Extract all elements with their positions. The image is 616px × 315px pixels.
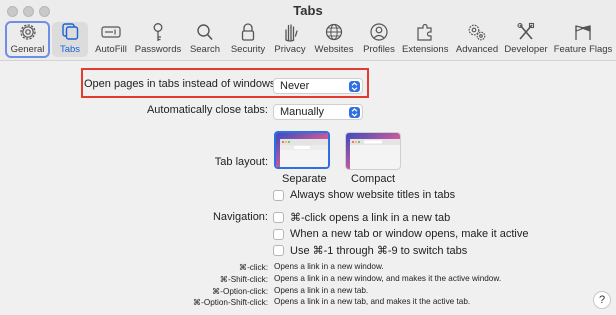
gears-icon <box>468 24 486 41</box>
toolbar-item-privacy[interactable]: Privacy <box>272 20 308 58</box>
shortcut-key: ⌘-Option-Shift-click: <box>192 298 268 307</box>
toolbar-label: Security <box>230 44 266 55</box>
key-icon <box>153 23 163 41</box>
toolbar-label: Developer <box>504 44 548 55</box>
auto-close-popup[interactable]: Manually <box>273 104 363 120</box>
toolbar-label: Passwords <box>134 44 182 55</box>
toolbar-label: General <box>10 44 45 55</box>
open-pages-label: Open pages in tabs instead of windows: <box>84 78 279 90</box>
preferences-toolbar: General Tabs AutoFill Passwords Search S… <box>0 20 616 60</box>
toolbar-item-feature-flags[interactable]: Feature Flags <box>553 20 613 58</box>
make-active-label: When a new tab or window opens, make it … <box>290 228 529 240</box>
chevron-updown-icon <box>349 106 360 118</box>
always-show-titles-label: Always show website titles in tabs <box>290 189 456 201</box>
shortcut-desc: Opens a link in a new tab. <box>274 286 369 295</box>
layout-compact-thumbnail[interactable] <box>345 132 401 170</box>
chevron-updown-icon <box>349 80 360 92</box>
puzzle-icon <box>417 23 432 41</box>
toolbar-label: Extensions <box>402 44 449 55</box>
cmd-number-switch-label: Use ⌘-1 through ⌘-9 to switch tabs <box>290 245 468 257</box>
toolbar-item-developer[interactable]: Developer <box>503 20 549 58</box>
tab-layout-label: Tab layout: <box>214 156 268 168</box>
lock-icon <box>241 23 255 41</box>
shortcut-key: ⌘-Shift-click: <box>219 275 268 284</box>
shortcut-desc: Opens a link in a new tab, and makes it … <box>274 297 471 306</box>
make-active-checkbox[interactable] <box>273 229 284 240</box>
toolbar-item-search[interactable]: Search <box>186 20 224 58</box>
toolbar-label: Feature Flags <box>553 44 613 55</box>
auto-close-value: Manually <box>280 106 325 118</box>
tools-icon <box>517 22 535 40</box>
globe-icon <box>325 23 343 41</box>
shortcut-desc: Opens a link in a new window, and makes … <box>274 274 502 283</box>
toolbar-item-autofill[interactable]: AutoFill <box>92 20 130 58</box>
cmd-number-switch-checkbox[interactable] <box>273 245 284 256</box>
shortcut-desc: Opens a link in a new window. <box>274 262 384 271</box>
toolbar-item-general[interactable]: General <box>5 20 50 58</box>
tabs-icon <box>62 23 79 40</box>
toolbar-item-extensions[interactable]: Extensions <box>402 20 448 58</box>
toolbar-label: Search <box>189 44 221 55</box>
person-icon <box>370 23 388 41</box>
toolbar-label: Profiles <box>363 44 395 55</box>
toolbar-item-websites[interactable]: Websites <box>312 20 356 58</box>
toolbar-item-profiles[interactable]: Profiles <box>360 20 398 58</box>
search-icon <box>197 24 213 41</box>
always-show-titles-checkbox[interactable] <box>273 190 284 201</box>
cmd-click-new-tab-checkbox[interactable] <box>273 212 284 223</box>
layout-separate-thumbnail[interactable] <box>274 131 330 169</box>
hand-icon <box>285 24 298 42</box>
autofill-icon <box>101 26 121 38</box>
cmd-click-new-tab-label: ⌘-click opens a link in a new tab <box>290 212 451 224</box>
gear-icon <box>19 24 36 40</box>
toolbar-item-advanced[interactable]: Advanced <box>454 20 500 58</box>
toolbar-label: Privacy <box>274 44 306 55</box>
navigation-label: Navigation: <box>212 211 268 223</box>
shortcut-key: ⌘-Option-click: <box>212 287 268 296</box>
toolbar-label: Tabs <box>59 44 81 55</box>
toolbar-label: AutoFill <box>95 44 127 55</box>
open-pages-popup[interactable]: Never <box>273 78 363 94</box>
toolbar-item-passwords[interactable]: Passwords <box>134 20 182 58</box>
toolbar-label: Advanced <box>455 44 499 55</box>
window-title: Tabs <box>293 3 323 18</box>
toolbar-item-security[interactable]: Security <box>228 20 268 58</box>
toolbar-item-tabs[interactable]: Tabs <box>52 20 88 58</box>
help-button[interactable]: ? <box>593 291 611 309</box>
auto-close-label: Automatically close tabs: <box>146 104 268 116</box>
layout-separate-label: Separate <box>282 173 327 185</box>
toolbar-label: Websites <box>314 44 354 55</box>
open-pages-value: Never <box>280 80 310 92</box>
flags-icon <box>575 25 591 40</box>
title-bar: Tabs <box>0 0 616 20</box>
shortcut-key: ⌘-click: <box>238 263 268 272</box>
layout-compact-label: Compact <box>351 173 396 185</box>
